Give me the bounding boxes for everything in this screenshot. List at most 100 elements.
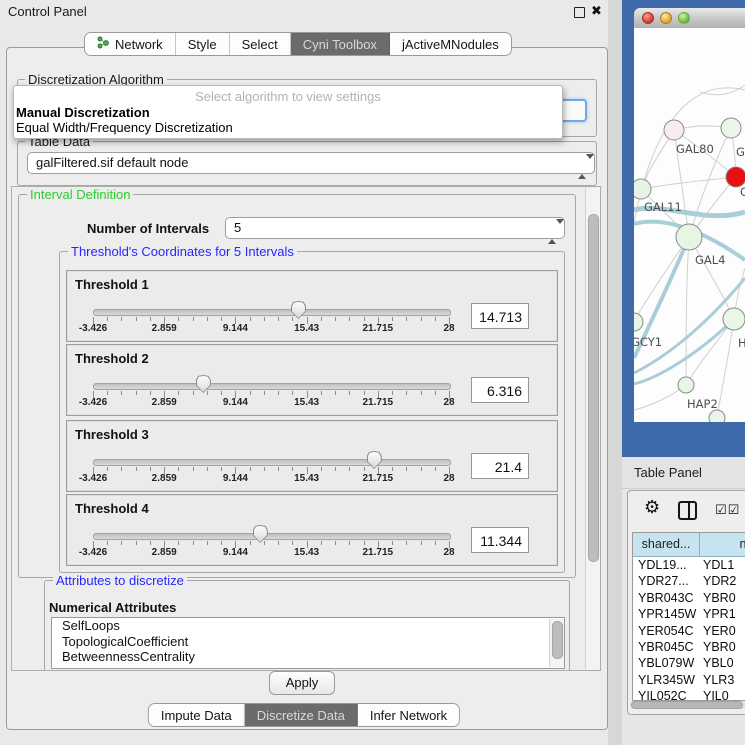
horizontal-scrollbar-thumb[interactable]	[631, 701, 743, 709]
thresholds-group-label: Threshold's Coordinates for 5 Intervals	[68, 245, 297, 259]
tab-discretize-data[interactable]: Discretize Data	[245, 704, 358, 726]
network-node[interactable]	[676, 224, 702, 250]
tick-mark	[421, 541, 422, 545]
threshold-value-field[interactable]: 21.4	[471, 453, 529, 479]
network-canvas[interactable]: GAL80GACGAL11GAL4GCY1HHAP2	[634, 28, 745, 422]
list-item-selfloops[interactable]: SelfLoops	[52, 618, 564, 634]
attributes-label: Attributes to discretize	[53, 574, 187, 588]
gear-icon[interactable]: ⚙	[644, 497, 660, 518]
threshold-value-field[interactable]: 6.316	[471, 377, 529, 403]
tick-mark	[178, 391, 179, 395]
slider-track[interactable]	[93, 309, 451, 316]
tick-mark	[406, 467, 407, 471]
table-row[interactable]: YDR27...YDR2	[633, 573, 745, 589]
table-row[interactable]: YBR045CYBR0	[633, 639, 745, 655]
cell-shared-name: YBR043C	[638, 590, 704, 606]
close-traffic-light[interactable]	[642, 12, 654, 24]
slider-thumb[interactable]	[196, 375, 211, 393]
tick-mark	[278, 467, 279, 471]
cell-name: YLR3	[703, 672, 734, 688]
slider-track[interactable]	[93, 533, 451, 540]
algorithm-item-equal-width-frequency-discretization[interactable]: Equal Width/Frequency Discretization	[16, 120, 233, 135]
network-node[interactable]	[726, 167, 745, 187]
network-node[interactable]	[721, 118, 741, 138]
tick-mark	[421, 467, 422, 471]
network-node[interactable]	[709, 410, 725, 422]
table-row[interactable]: YBL079WYBL0	[633, 655, 745, 671]
tab-cyni-toolbox[interactable]: Cyni Toolbox	[291, 33, 390, 55]
numerical-attributes-list[interactable]: SelfLoopsTopologicalCoefficientBetweenne…	[51, 617, 565, 669]
settings-scrollpane: Interval Definition Number of Intervals …	[11, 186, 601, 671]
tick-mark	[136, 317, 137, 321]
tick-label: 2.859	[152, 397, 177, 408]
table-panel-header: Table Panel	[622, 457, 745, 489]
tick-mark	[178, 467, 179, 471]
threshold-value-field[interactable]: 14.713	[471, 303, 529, 329]
tick-mark	[193, 391, 194, 395]
tab-label: Impute Data	[161, 708, 232, 723]
column-header-na[interactable]: na	[700, 533, 745, 557]
threshold-value-field[interactable]: 11.344	[471, 527, 529, 553]
table-row[interactable]: YBR043CYBR0	[633, 590, 745, 606]
tab-infer-network[interactable]: Infer Network	[358, 704, 459, 726]
tab-style[interactable]: Style	[176, 33, 230, 55]
tick-mark	[136, 541, 137, 545]
table-panel-title: Table Panel	[634, 465, 702, 480]
table-row[interactable]: YLR345WYLR3	[633, 672, 745, 688]
tick-label: 21.715	[363, 473, 394, 484]
node-label-gal80: GAL80	[676, 142, 714, 156]
minimize-traffic-light[interactable]	[660, 12, 672, 24]
top-tab-bar: NetworkStyleSelectCyni ToolboxjActiveMNo…	[84, 32, 512, 56]
tick-mark	[435, 541, 436, 545]
cell-shared-name: YBL079W	[638, 655, 704, 671]
threshold-label: Threshold 2	[75, 351, 149, 366]
checkbox-icons[interactable]: ☑☑	[715, 502, 740, 518]
table-row[interactable]: YPR145WYPR1	[633, 606, 745, 622]
number-of-intervals-combobox[interactable]: 5	[225, 217, 565, 239]
column-header-shared-[interactable]: shared...	[633, 533, 700, 557]
list-scrollbar-thumb[interactable]	[552, 621, 563, 659]
vertical-scrollbar[interactable]	[585, 188, 600, 669]
tick-mark	[278, 541, 279, 545]
numerical-attributes-label: Numerical Attributes	[49, 600, 176, 615]
list-scrollbar[interactable]	[549, 619, 564, 667]
tab-select[interactable]: Select	[230, 33, 291, 55]
network-window-titlebar[interactable]	[634, 8, 745, 29]
control-panel: Control Panel ✖ Discretization Algorithm…	[0, 0, 609, 745]
list-item-betweennesscentrality[interactable]: BetweennessCentrality	[52, 649, 564, 665]
slider-track[interactable]	[93, 459, 451, 466]
table-data-combobox[interactable]: galFiltered.sif default node	[27, 152, 595, 174]
network-node[interactable]	[664, 120, 684, 140]
table-row[interactable]: YDL19...YDL1	[633, 557, 745, 573]
apply-button[interactable]: Apply	[269, 671, 335, 695]
list-item-topologicalcoefficient[interactable]: TopologicalCoefficient	[52, 634, 564, 650]
slider-thumb[interactable]	[367, 451, 382, 469]
tick-mark	[178, 541, 179, 545]
slider-thumb[interactable]	[253, 525, 268, 543]
vertical-scrollbar-thumb[interactable]	[588, 214, 599, 562]
network-node[interactable]	[634, 313, 643, 331]
threshold-panel-1: Threshold 1-3.4262.8599.14415.4321.71528…	[66, 270, 558, 342]
panel-splitter[interactable]	[608, 0, 623, 745]
network-node[interactable]	[678, 377, 694, 393]
zoom-traffic-light[interactable]	[678, 12, 690, 24]
algorithm-item-manual-discretization[interactable]: Manual Discretization	[16, 105, 150, 120]
network-node[interactable]	[634, 179, 651, 199]
float-icon[interactable]	[574, 7, 585, 18]
split-columns-icon[interactable]	[678, 501, 697, 520]
tab-jactivemnodules[interactable]: jActiveMNodules	[390, 33, 511, 55]
table-row[interactable]: YER054CYER0	[633, 623, 745, 639]
tick-mark	[292, 541, 293, 545]
network-node[interactable]	[723, 308, 745, 330]
horizontal-scrollbar[interactable]	[630, 701, 745, 709]
tick-mark	[193, 541, 194, 545]
tick-mark	[421, 317, 422, 321]
slider-track[interactable]	[93, 383, 451, 390]
close-icon[interactable]: ✖	[591, 3, 602, 19]
tab-impute-data[interactable]: Impute Data	[149, 704, 245, 726]
tick-mark	[335, 391, 336, 395]
table-row[interactable]: YIL052CYIL0	[633, 688, 745, 701]
cell-name: YBL0	[703, 655, 734, 671]
network-view-window[interactable]: GAL80GACGAL11GAL4GCY1HHAP2	[622, 0, 745, 457]
tab-network[interactable]: Network	[85, 33, 176, 55]
